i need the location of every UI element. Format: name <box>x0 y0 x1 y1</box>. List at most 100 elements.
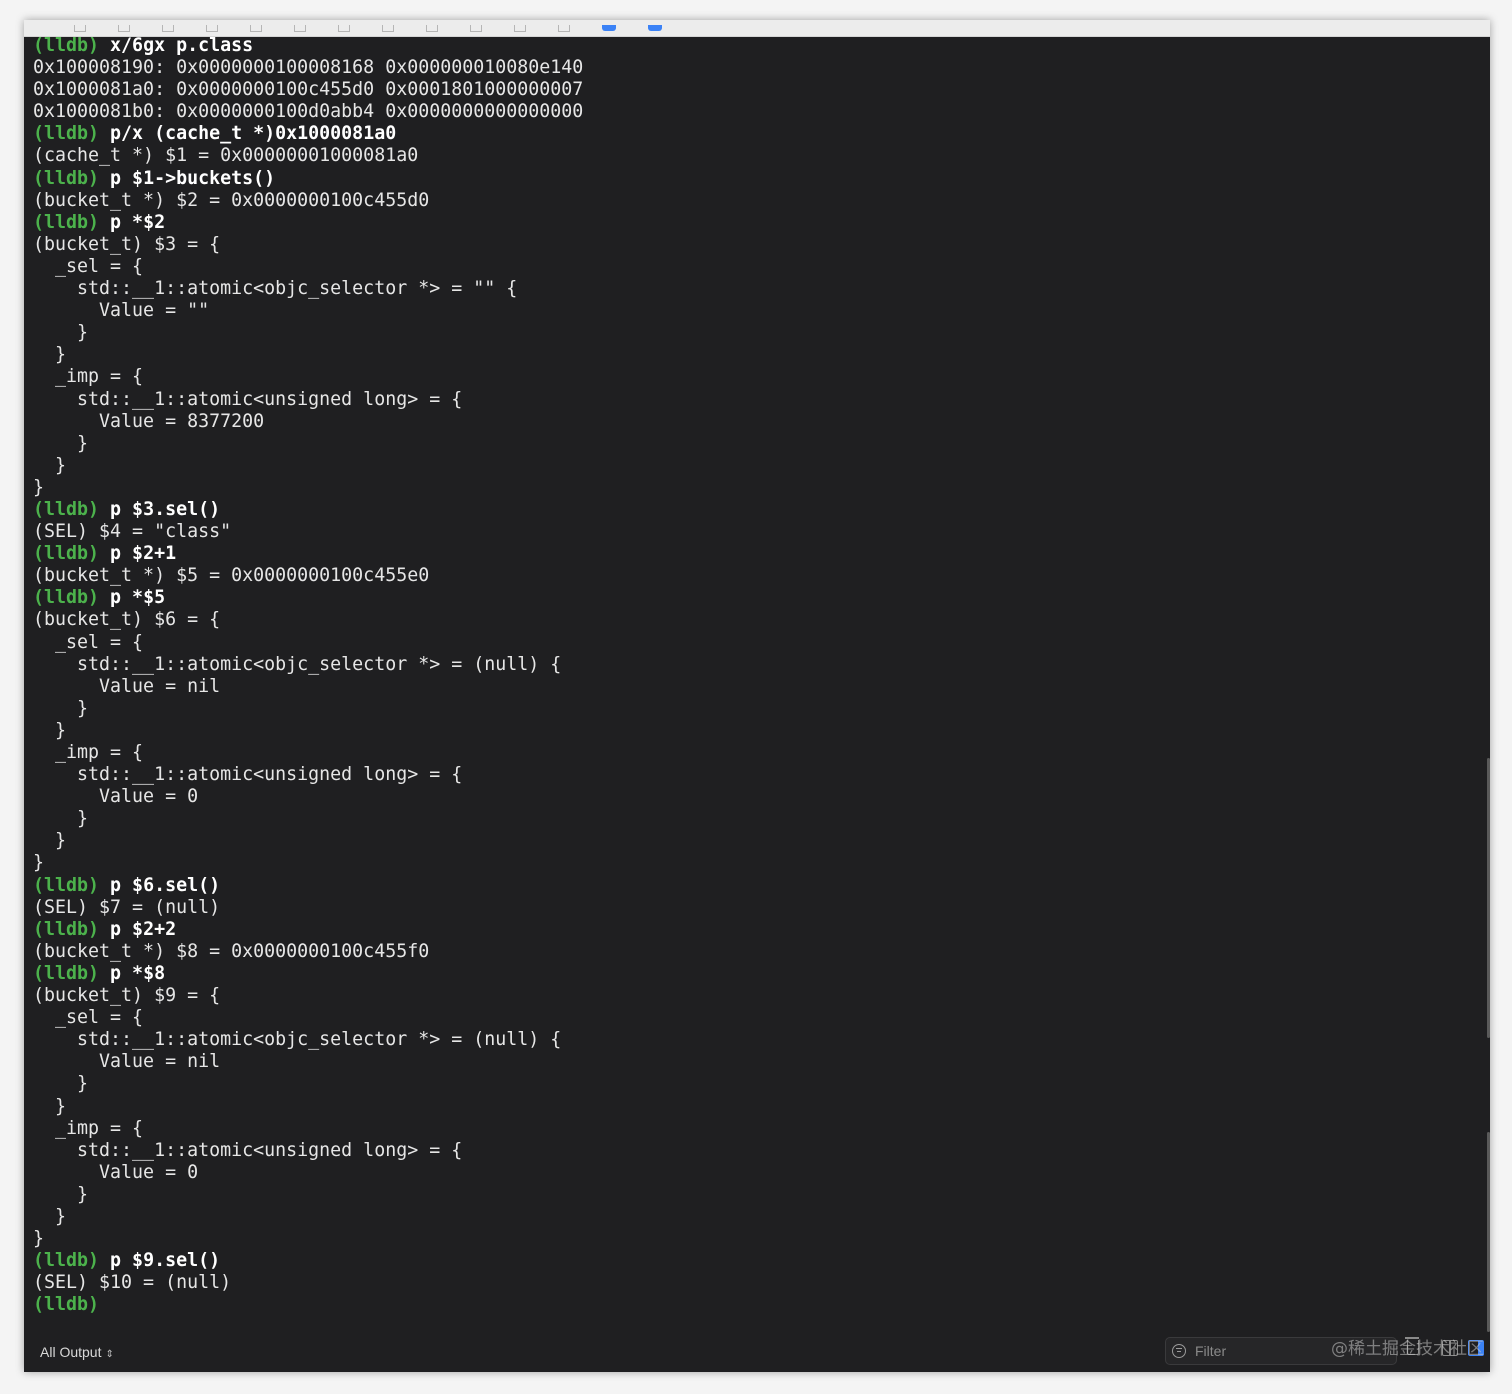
console-output-line: (bucket_t) $9 = { <box>33 985 1490 1007</box>
split-view-icon[interactable] <box>1442 1340 1458 1356</box>
output-text: _imp = { <box>33 742 144 763</box>
lldb-prompt: (lldb) <box>33 962 111 984</box>
toolbar-icon[interactable] <box>74 24 86 32</box>
toolbar-icon[interactable] <box>162 24 174 32</box>
console-output-line: } <box>33 720 1490 742</box>
console-command-line: (lldb) x/6gx p.class <box>33 35 1490 57</box>
console-output-line: } <box>33 433 1490 455</box>
output-text: std::__1::atomic<objc_selector *> = (nul… <box>33 653 562 675</box>
output-selector-button[interactable]: All Output ⇕ <box>40 1344 114 1360</box>
console-output-line: _sel = { <box>33 1007 1490 1029</box>
console-output-line: } <box>33 698 1490 720</box>
output-text: } <box>33 344 67 366</box>
console-output-line: std::__1::atomic<unsigned long> = { <box>33 764 1490 786</box>
toolbar-icon[interactable] <box>514 24 526 32</box>
output-text: std::__1::atomic<objc_selector *> = "" { <box>33 278 518 300</box>
toolbar-active-icon[interactable] <box>602 25 616 31</box>
console-command-line: (lldb) p $3.sel() <box>33 499 1490 521</box>
output-selector-label: All Output <box>40 1344 102 1360</box>
toolbar-icon[interactable] <box>470 24 482 32</box>
lldb-prompt: (lldb) <box>33 874 111 896</box>
toolbar-icon[interactable] <box>382 24 394 32</box>
trash-icon[interactable] <box>1405 1337 1419 1355</box>
output-text: Value = 0 <box>33 1161 199 1183</box>
output-text: (cache_t *) $1 = 0x00000001000081a0 <box>33 145 419 167</box>
lldb-command: p *$8 <box>110 962 166 984</box>
output-text: Value = "" <box>33 300 210 322</box>
console-output-line: std::__1::atomic<objc_selector *> = (nul… <box>33 1029 1490 1051</box>
console-output-line: } <box>33 477 1490 499</box>
console-output-line: (bucket_t *) $5 = 0x0000000100c455e0 <box>33 565 1490 587</box>
console-command-line: (lldb) p $9.sel() <box>33 1250 1490 1272</box>
output-text: _imp = { <box>33 1117 144 1139</box>
console-output-line: 0x1000081a0: 0x0000000100c455d0 0x000180… <box>33 79 1490 101</box>
console-output-line: } <box>33 808 1490 830</box>
console-bottom-bar: All Output ⇕ <box>24 1332 1490 1372</box>
output-text: } <box>33 1183 89 1205</box>
output-text: (bucket_t *) $8 = 0x0000000100c455f0 <box>33 940 430 962</box>
console-output-line: } <box>33 852 1490 874</box>
console-command-line: (lldb) p $2+1 <box>33 543 1490 565</box>
output-text: Value = 8377200 <box>33 410 265 432</box>
up-down-chevron-icon: ⇕ <box>105 1349 114 1360</box>
console-output-line: } <box>33 1206 1490 1228</box>
output-text: } <box>33 432 89 454</box>
console-output-line: _sel = { <box>33 632 1490 654</box>
output-text: (SEL) $4 = "class" <box>33 521 232 543</box>
toolbar-icon[interactable] <box>206 24 218 32</box>
console-output-line: Value = 8377200 <box>33 411 1490 433</box>
lldb-console-output[interactable]: (lldb) x/6gx p.class 0x100008190: 0x00000… <box>33 35 1490 1332</box>
console-output-line: (bucket_t) $3 = { <box>33 234 1490 256</box>
output-text: _imp = { <box>33 366 144 388</box>
scrollbar[interactable] <box>1487 758 1490 1038</box>
filter-icon <box>1172 1344 1186 1358</box>
console-output-line: (SEL) $7 = (null) <box>33 897 1490 919</box>
lldb-command: p *$5 <box>110 587 166 609</box>
output-text: } <box>33 454 67 476</box>
toolbar-icon[interactable] <box>558 24 570 32</box>
panel-toggle-icon[interactable] <box>1468 1340 1484 1356</box>
output-text: std::__1::atomic<unsigned long> = { <box>33 764 463 786</box>
console-output-line: std::__1::atomic<unsigned long> = { <box>33 389 1490 411</box>
console-output-line: _imp = { <box>33 742 1490 764</box>
console-output-line: 0x1000081b0: 0x0000000100d0abb4 0x000000… <box>33 101 1490 123</box>
console-command-line: (lldb) p/x (cache_t *)0x1000081a0 <box>33 123 1490 145</box>
toolbar-active-icon[interactable] <box>648 25 662 31</box>
lldb-command: p/x (cache_t *)0x1000081a0 <box>110 123 397 145</box>
toolbar-icon[interactable] <box>426 24 438 32</box>
output-text: std::__1::atomic<unsigned long> = { <box>33 388 463 410</box>
output-text: std::__1::atomic<objc_selector *> = (nul… <box>33 1029 562 1051</box>
console-output-line: (SEL) $10 = (null) <box>33 1272 1490 1294</box>
output-text: } <box>33 322 89 344</box>
console-output-line: (cache_t *) $1 = 0x00000001000081a0 <box>33 145 1490 167</box>
output-text: } <box>33 1205 67 1227</box>
console-output-line: (bucket_t *) $8 = 0x0000000100c455f0 <box>33 941 1490 963</box>
console-command-line: (lldb) <box>33 1294 1490 1316</box>
console-output-line: (bucket_t *) $2 = 0x0000000100c455d0 <box>33 190 1490 212</box>
lldb-command: p $2+2 <box>110 918 177 940</box>
toolbar-icon[interactable] <box>294 24 306 32</box>
console-output-line: 0x100008190: 0x0000000100008168 0x000000… <box>33 57 1490 79</box>
filter-input[interactable] <box>1193 1342 1377 1360</box>
output-text: } <box>33 830 67 852</box>
console-output-line: } <box>33 1073 1490 1095</box>
console-output-line: _sel = { <box>33 256 1490 278</box>
toolbar-icon[interactable] <box>250 24 262 32</box>
lldb-prompt: (lldb) <box>33 1294 100 1316</box>
console-output-line: std::__1::atomic<unsigned long> = { <box>33 1140 1490 1162</box>
scrollbar[interactable] <box>1487 1132 1490 1332</box>
console-output-line: Value = "" <box>33 300 1490 322</box>
lldb-prompt: (lldb) <box>33 167 111 189</box>
lldb-prompt: (lldb) <box>33 211 111 233</box>
output-text: 0x1000081a0: 0x0000000100c455d0 0x000180… <box>33 79 584 101</box>
toolbar-icon[interactable] <box>338 24 350 32</box>
console-command-line: (lldb) p $2+2 <box>33 919 1490 941</box>
console-command-line: (lldb) p *$2 <box>33 212 1490 234</box>
output-text: } <box>33 719 67 741</box>
lldb-prompt: (lldb) <box>33 498 111 520</box>
console-output-line: std::__1::atomic<objc_selector *> = "" { <box>33 278 1490 300</box>
toolbar-icon[interactable] <box>118 24 130 32</box>
console-output-line: Value = 0 <box>33 1162 1490 1184</box>
filter-field[interactable] <box>1165 1337 1397 1365</box>
output-text: Value = nil <box>33 675 221 697</box>
